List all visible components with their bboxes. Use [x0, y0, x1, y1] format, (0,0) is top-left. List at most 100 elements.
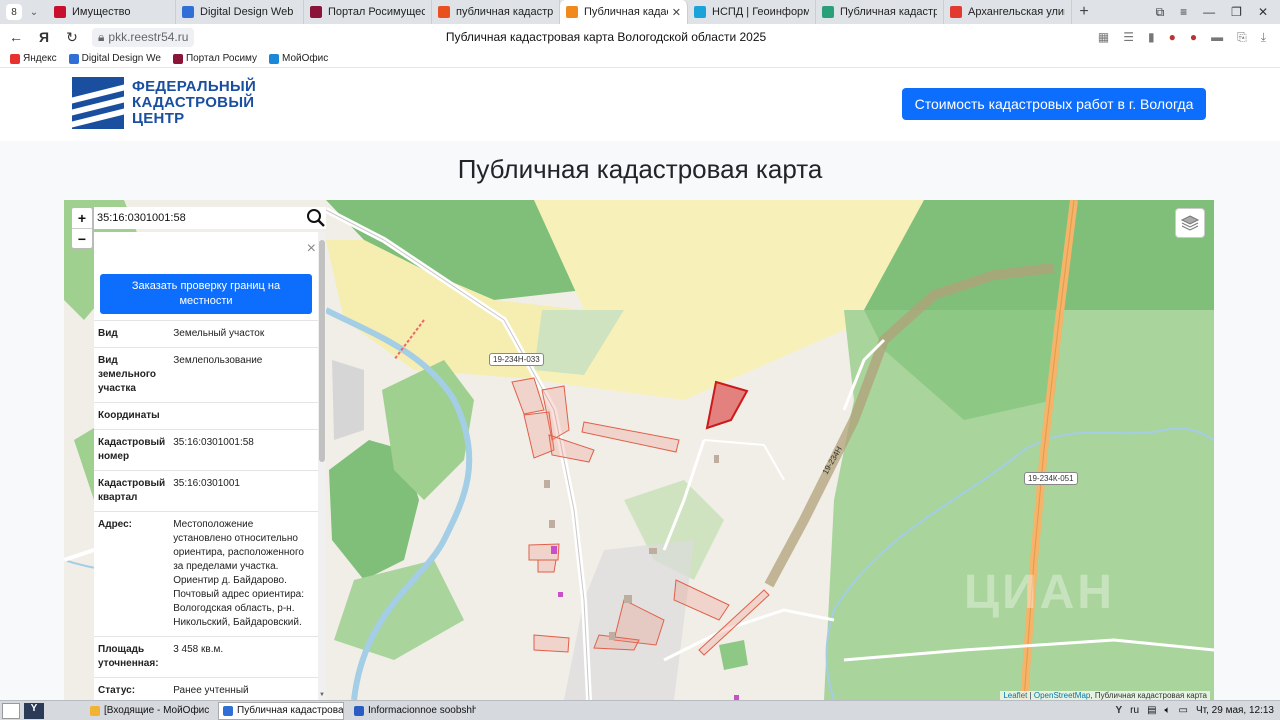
extension-icon[interactable]: ● [1169, 30, 1176, 45]
back-arrow-icon[interactable]: ← [4, 29, 28, 45]
property-key: Площадь уточненная: [94, 636, 170, 678]
download-icon[interactable]: ⤓ [1261, 30, 1266, 45]
browser-tab[interactable]: Архангельская улица, В [944, 0, 1072, 24]
yandex-tray-icon[interactable]: Y [1115, 705, 1122, 716]
property-key: Вид земельного участка [94, 347, 170, 403]
reader-icon[interactable]: ☰ [1123, 30, 1134, 45]
extension-icon[interactable]: ● [1190, 30, 1197, 45]
layers-button[interactable] [1175, 208, 1205, 238]
property-row: Вид земельного участка Землепользование [94, 347, 318, 403]
property-key: Статус: [94, 677, 170, 700]
browser-tab[interactable]: публичная кадастровая [432, 0, 560, 24]
tab-label: Digital Design Web Client [200, 6, 297, 18]
bookmark-icon[interactable]: ▮ [1148, 30, 1155, 45]
property-row: Координаты [94, 402, 318, 430]
tab-list-chevron-icon[interactable]: ⌄ [26, 4, 42, 20]
apps-icon[interactable]: ▦ [1098, 30, 1109, 45]
lang-indicator[interactable]: ru [1130, 705, 1139, 716]
new-tab-button[interactable]: + [1072, 3, 1096, 21]
browser-tab[interactable]: НСПД | Геоинформаци [688, 0, 816, 24]
tab-label: Архангельская улица, В [968, 6, 1065, 18]
scroll-down-icon[interactable]: ▼ [318, 692, 326, 700]
favicon-icon [310, 6, 322, 18]
property-value [169, 402, 318, 430]
tab-label: Публичная кадастров [584, 6, 668, 18]
collections-icon[interactable]: ⎘ [1237, 30, 1247, 45]
property-row: Вид Земельный участок [94, 320, 318, 348]
property-key: Кадастровый номер [94, 429, 170, 471]
property-row: Кадастровый квартал 35:16:0301001 [94, 470, 318, 512]
bookmark-favicon-icon [10, 53, 20, 64]
cadastral-number-input[interactable] [94, 212, 294, 224]
clock[interactable]: Чт, 29 мая, 12:13 [1196, 705, 1274, 716]
taskbar-window-button[interactable]: Публичная кадастровая ... [218, 701, 344, 720]
close-icon[interactable]: × [307, 240, 316, 258]
property-value: Земельный участок [169, 320, 318, 348]
browser-tab[interactable]: Публичная кадастрова [816, 0, 944, 24]
fkc-logo[interactable]: ФЕДЕРАЛЬНЫЙ КАДАСТРОВЫЙ ЦЕНТР [72, 77, 256, 129]
tab-count-badge[interactable]: 8 [6, 4, 22, 20]
panel-scrollbar-thumb[interactable] [319, 240, 325, 462]
network-icon[interactable]: ▤ [1147, 705, 1156, 716]
browser-tab[interactable]: Имущество [48, 0, 176, 24]
property-row: Кадастровый номер 35:16:0301001:58 [94, 429, 318, 471]
favicon-icon [822, 6, 834, 18]
taskbar-window-label: [Входящие - МойОфис П... [104, 705, 212, 716]
bookmark-item[interactable]: Digital Design We [68, 53, 161, 64]
close-tab-icon[interactable]: ✕ [672, 6, 681, 19]
browser-tab[interactable]: Портал Росимущества [304, 0, 432, 24]
app-icon [354, 705, 364, 716]
order-boundary-check-button[interactable]: Заказать проверку границ на местности [100, 274, 312, 314]
leaflet-link[interactable]: Leaflet [1003, 691, 1027, 700]
osm-link[interactable]: OpenStreetMap [1034, 691, 1090, 700]
road-label: 19-234Н-033 [489, 353, 544, 366]
bookmark-item[interactable]: МойОфис [269, 53, 328, 64]
browser-tab[interactable]: Digital Design Web Client [176, 0, 304, 24]
reload-icon[interactable]: ↻ [60, 29, 84, 46]
property-key: Адрес: [94, 511, 170, 637]
menu-icon[interactable]: ≡ [1180, 5, 1187, 20]
bookmark-item[interactable]: Портал Росиму [172, 53, 257, 64]
watermark-text: ЦИАН [964, 566, 1115, 619]
logo-text: ФЕДЕРАЛЬНЫЙ КАДАСТРОВЫЙ ЦЕНТР [132, 78, 257, 127]
cadastral-map[interactable]: 19-234Н-033 19-234К-051 19-234Н ЦИАН + −… [64, 200, 1214, 700]
property-value: 35:16:0301001 [169, 470, 318, 512]
address-bar: ← Я ↻ 🔒︎ pkk.reestr54.ru Публичная кадас… [0, 24, 1280, 50]
yandex-icon[interactable]: Я [32, 29, 56, 45]
bookmark-favicon-icon [172, 53, 183, 64]
site-header: ФЕДЕРАЛЬНЫЙ КАДАСТРОВЫЙ ЦЕНТР Стоимость … [0, 68, 1280, 141]
bookmark-label: МойОфис [282, 53, 329, 64]
yandex-app-icon[interactable]: Y [24, 702, 44, 719]
favicon-icon [54, 6, 66, 18]
bookmark-item[interactable]: Яндекс [10, 53, 57, 64]
property-key: Кадастровый квартал [94, 470, 170, 512]
zoom-in-button[interactable]: + [72, 208, 92, 228]
volume-icon[interactable]: 🔈︎ [1165, 705, 1171, 716]
start-menu-button[interactable] [2, 702, 20, 719]
restore-button[interactable]: ❐ [1231, 5, 1242, 20]
os-taskbar: Y [Входящие - МойОфис П... Публичная када… [0, 700, 1280, 720]
cadastral-cost-button[interactable]: Стоимость кадастровых работ в г. Вологда [902, 88, 1206, 120]
battery-icon[interactable]: ▭ [1179, 705, 1188, 716]
minimize-button[interactable]: — [1203, 5, 1215, 20]
taskbar-window-label: Informacionnoe soobshhe... [368, 705, 476, 716]
zoom-out-button[interactable]: − [72, 228, 92, 248]
parcel-properties-table: Вид Земельный участок Вид земельного участ… [94, 320, 318, 700]
tabs-overview-icon[interactable]: ⧉ [1156, 5, 1165, 20]
property-key: Вид [94, 320, 170, 348]
search-icon[interactable] [306, 208, 326, 228]
parcel-info-panel: × Заказать проверку границ на местности … [94, 232, 326, 700]
taskbar-window-button[interactable]: Informacionnoe soobshhe... [350, 702, 476, 720]
road-label: 19-234К-051 [1024, 472, 1078, 485]
url-text: pkk.reestr54.ru [108, 30, 189, 44]
browser-tab[interactable]: Публичная кадастров ✕ [560, 0, 688, 24]
lock-icon: 🔒︎ [98, 29, 105, 44]
taskbar-window-button[interactable]: [Входящие - МойОфис П... [86, 702, 212, 720]
tab-label: Публичная кадастрова [840, 6, 937, 18]
bookmarks-bar: Яндекс Digital Design We Портал Росиму МойО… [0, 50, 1280, 68]
extension-icon[interactable]: ▬ [1211, 30, 1223, 45]
property-row: Статус: Ранее учтенный [94, 677, 318, 700]
url-field[interactable]: 🔒︎ pkk.reestr54.ru [92, 27, 195, 47]
close-window-button[interactable]: ✕ [1258, 5, 1268, 20]
tab-label: Имущество [72, 6, 131, 18]
